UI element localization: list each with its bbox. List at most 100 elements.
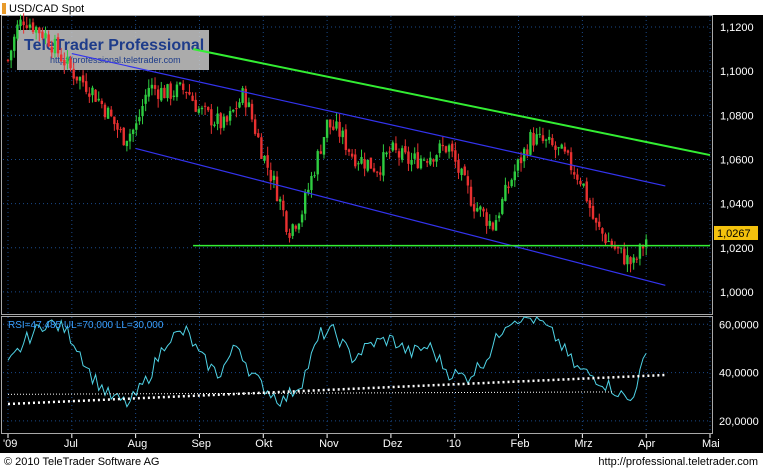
candle-down: [482, 208, 485, 212]
candle-down: [594, 218, 598, 223]
candle-down: [601, 228, 604, 234]
candle-up: [501, 199, 504, 214]
x-tick-label: Okt: [255, 438, 272, 450]
candle-up: [357, 163, 360, 165]
candle-up: [497, 215, 501, 219]
rsi-chart-title: RSI=47,485 UL=70,000 LL=30,000: [8, 320, 164, 331]
candle-up: [13, 36, 16, 51]
candle-up: [607, 241, 610, 243]
candle-up: [516, 159, 520, 171]
candle-down: [354, 154, 357, 167]
top-strip: [0, 0, 763, 15]
candle-up: [141, 106, 144, 117]
candle-up: [28, 24, 32, 28]
candle-down: [225, 116, 229, 122]
price-y-tick-label: 1,0200: [720, 243, 754, 255]
candle-up: [16, 24, 19, 39]
candle-up: [78, 76, 82, 81]
candle-down: [207, 107, 210, 111]
candle-down: [116, 123, 119, 130]
candle-down: [332, 126, 335, 130]
x-tick-label: Sep: [191, 438, 211, 450]
candle-up: [626, 255, 629, 265]
candle-down: [319, 151, 323, 154]
candle-down: [260, 137, 263, 159]
candle-down: [113, 116, 116, 125]
candle-down: [519, 157, 523, 164]
candle-down: [257, 133, 260, 138]
candle-up: [435, 155, 438, 162]
candle-up: [366, 159, 369, 171]
candle-up: [106, 107, 110, 119]
candle-down: [369, 157, 373, 169]
candle-up: [9, 50, 13, 61]
candle-up: [529, 132, 532, 155]
candle-up: [419, 158, 423, 169]
candle-down: [163, 87, 166, 99]
candle-down: [6, 59, 10, 61]
price-chart-title: USD/CAD Spot: [9, 3, 84, 15]
candle-up: [34, 26, 38, 33]
candle-up: [44, 33, 47, 39]
candle-down: [31, 22, 35, 32]
candle-down: [576, 174, 579, 180]
candle-up: [131, 129, 135, 135]
candle-down: [466, 176, 470, 186]
candle-up: [429, 157, 432, 165]
price-y-tick-label: 1,1000: [720, 66, 754, 78]
candle-up: [150, 84, 154, 89]
candle-up: [510, 179, 513, 187]
candle-up: [213, 124, 216, 127]
candle-up: [135, 123, 138, 130]
candle-up: [160, 87, 163, 101]
price-y-tick-label: 1,0800: [720, 110, 754, 122]
candle-down: [635, 258, 638, 260]
candle-up: [166, 84, 169, 99]
candle-down: [585, 181, 588, 202]
price-y-tick-label: 1,1200: [720, 22, 754, 34]
candle-down: [22, 21, 25, 26]
x-tick-label: Mrz: [574, 438, 592, 450]
candle-down: [153, 85, 157, 89]
rsi-y-tick-label: 20,0000: [719, 416, 759, 428]
candle-up: [504, 184, 507, 201]
usdcad-chart: TeleTrader Professional http://professio…: [0, 0, 763, 470]
candle-up: [582, 183, 585, 186]
candle-up: [175, 84, 179, 98]
candle-up: [494, 220, 498, 231]
candle-up: [19, 19, 22, 27]
candle-down: [41, 31, 44, 38]
candle-down: [63, 59, 66, 66]
candle-down: [472, 204, 476, 212]
x-tick-label: '10: [447, 438, 461, 450]
x-tick-label: Jul: [64, 438, 78, 450]
candle-down: [454, 150, 457, 162]
candle-down: [623, 248, 626, 265]
rsi-y-tick-label: 40,0000: [719, 368, 759, 380]
candle-up: [241, 88, 244, 103]
candle-up: [238, 102, 241, 108]
candle-down: [59, 54, 63, 62]
candle-up: [178, 82, 182, 85]
candle-down: [507, 186, 510, 188]
candle-up: [310, 175, 313, 191]
candle-down: [526, 149, 529, 156]
candle-down: [338, 121, 341, 137]
candle-down: [598, 221, 601, 227]
candle-down: [491, 222, 495, 230]
candle-up: [422, 159, 426, 161]
candle-down: [375, 171, 379, 173]
candle-down: [100, 100, 104, 105]
candle-up: [391, 142, 394, 151]
candle-down: [485, 212, 488, 226]
footer-copyright: © 2010 TeleTrader Software AG: [4, 456, 159, 468]
candle-down: [573, 172, 576, 175]
candle-down: [122, 127, 125, 146]
candle-down: [38, 27, 41, 34]
candle-up: [53, 38, 57, 54]
candle-down: [156, 89, 160, 99]
candle-up: [544, 139, 548, 141]
candle-up: [316, 151, 319, 175]
candle-down: [188, 92, 191, 95]
candle-down: [551, 138, 554, 146]
